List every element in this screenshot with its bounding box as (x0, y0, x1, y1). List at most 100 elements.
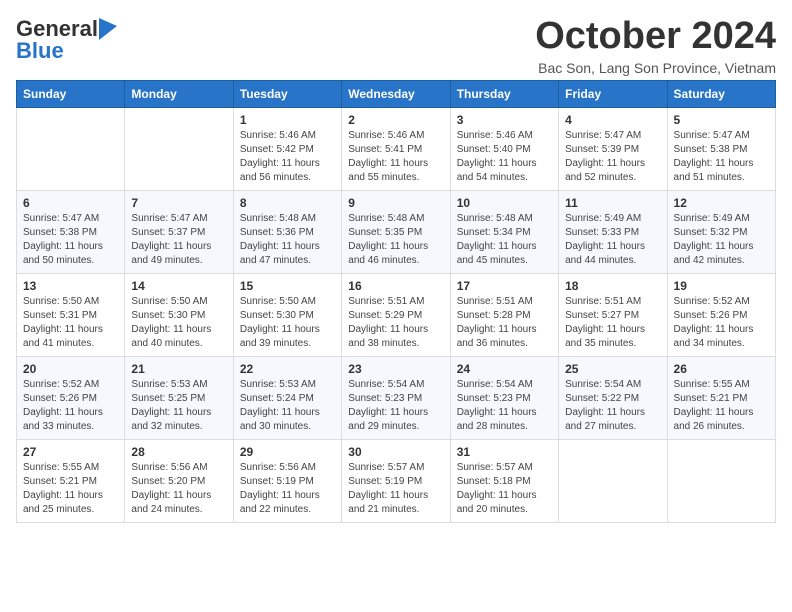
day-info: Sunrise: 5:50 AM Sunset: 5:31 PM Dayligh… (23, 296, 103, 349)
day-number: 5 (674, 113, 769, 127)
day-number: 12 (674, 196, 769, 210)
calendar-cell: 29 Sunrise: 5:56 AM Sunset: 5:19 PM Dayli… (233, 439, 341, 522)
calendar-cell: 28 Sunrise: 5:56 AM Sunset: 5:20 PM Dayli… (125, 439, 233, 522)
calendar-cell: 22 Sunrise: 5:53 AM Sunset: 5:24 PM Dayli… (233, 356, 341, 439)
day-info: Sunrise: 5:53 AM Sunset: 5:25 PM Dayligh… (131, 379, 211, 432)
day-number: 30 (348, 445, 443, 459)
day-info: Sunrise: 5:51 AM Sunset: 5:27 PM Dayligh… (565, 296, 645, 349)
day-number: 11 (565, 196, 660, 210)
calendar-cell: 4 Sunrise: 5:47 AM Sunset: 5:39 PM Daylig… (559, 107, 667, 190)
calendar-cell: 5 Sunrise: 5:47 AM Sunset: 5:38 PM Daylig… (667, 107, 775, 190)
calendar-week-row: 13 Sunrise: 5:50 AM Sunset: 5:31 PM Dayli… (17, 273, 776, 356)
calendar-cell: 15 Sunrise: 5:50 AM Sunset: 5:30 PM Dayli… (233, 273, 341, 356)
day-number: 24 (457, 362, 552, 376)
day-number: 17 (457, 279, 552, 293)
calendar-header: SundayMondayTuesdayWednesdayThursdayFrid… (17, 80, 776, 107)
calendar-cell: 25 Sunrise: 5:54 AM Sunset: 5:22 PM Dayli… (559, 356, 667, 439)
calendar-cell: 8Sunrise: 5:48 AM Sunset: 5:36 PM Daylig… (233, 190, 341, 273)
day-info: Sunrise: 5:55 AM Sunset: 5:21 PM Dayligh… (674, 379, 754, 432)
day-info: Sunrise: 5:48 AM Sunset: 5:35 PM Dayligh… (348, 213, 428, 266)
day-number: 1 (240, 113, 335, 127)
day-info: Sunrise: 5:56 AM Sunset: 5:19 PM Dayligh… (240, 462, 320, 515)
calendar-cell: 10Sunrise: 5:48 AM Sunset: 5:34 PM Dayli… (450, 190, 558, 273)
calendar-week-row: 27Sunrise: 5:55 AM Sunset: 5:21 PM Dayli… (17, 439, 776, 522)
day-number: 3 (457, 113, 552, 127)
calendar-cell: 3 Sunrise: 5:46 AM Sunset: 5:40 PM Daylig… (450, 107, 558, 190)
day-number: 20 (23, 362, 118, 376)
day-number: 22 (240, 362, 335, 376)
day-info: Sunrise: 5:47 AM Sunset: 5:38 PM Dayligh… (23, 213, 103, 266)
weekday-header-wednesday: Wednesday (342, 80, 450, 107)
day-info: Sunrise: 5:51 AM Sunset: 5:28 PM Dayligh… (457, 296, 537, 349)
calendar-cell: 30 Sunrise: 5:57 AM Sunset: 5:19 PM Dayli… (342, 439, 450, 522)
calendar-cell: 31Sunrise: 5:57 AM Sunset: 5:18 PM Dayli… (450, 439, 558, 522)
day-number: 6 (23, 196, 118, 210)
day-number: 4 (565, 113, 660, 127)
day-info: Sunrise: 5:56 AM Sunset: 5:20 PM Dayligh… (131, 462, 211, 515)
day-number: 19 (674, 279, 769, 293)
calendar-cell: 23 Sunrise: 5:54 AM Sunset: 5:23 PM Dayli… (342, 356, 450, 439)
day-info: Sunrise: 5:52 AM Sunset: 5:26 PM Dayligh… (23, 379, 103, 432)
location-title: Bac Son, Lang Son Province, Vietnam (535, 60, 776, 76)
day-number: 29 (240, 445, 335, 459)
day-number: 28 (131, 445, 226, 459)
calendar-cell: 17 Sunrise: 5:51 AM Sunset: 5:28 PM Dayli… (450, 273, 558, 356)
day-info: Sunrise: 5:48 AM Sunset: 5:34 PM Dayligh… (457, 213, 537, 266)
logo: General Blue (16, 16, 117, 64)
page-header: General Blue October 2024 Bac Son, Lang … (16, 16, 776, 76)
logo-blue-text: Blue (16, 38, 64, 64)
day-info: Sunrise: 5:46 AM Sunset: 5:41 PM Dayligh… (348, 130, 428, 183)
weekday-header-sunday: Sunday (17, 80, 125, 107)
calendar-week-row: 20 Sunrise: 5:52 AM Sunset: 5:26 PM Dayli… (17, 356, 776, 439)
calendar-cell: 2Sunrise: 5:46 AM Sunset: 5:41 PM Daylig… (342, 107, 450, 190)
day-info: Sunrise: 5:53 AM Sunset: 5:24 PM Dayligh… (240, 379, 320, 432)
day-number: 23 (348, 362, 443, 376)
day-info: Sunrise: 5:55 AM Sunset: 5:21 PM Dayligh… (23, 462, 103, 515)
day-info: Sunrise: 5:48 AM Sunset: 5:36 PM Dayligh… (240, 213, 320, 266)
calendar-cell: 9 Sunrise: 5:48 AM Sunset: 5:35 PM Daylig… (342, 190, 450, 273)
day-info: Sunrise: 5:51 AM Sunset: 5:29 PM Dayligh… (348, 296, 428, 349)
day-info: Sunrise: 5:47 AM Sunset: 5:38 PM Dayligh… (674, 130, 754, 183)
day-number: 15 (240, 279, 335, 293)
weekday-header-friday: Friday (559, 80, 667, 107)
day-number: 9 (348, 196, 443, 210)
calendar-cell (559, 439, 667, 522)
calendar-cell: 20 Sunrise: 5:52 AM Sunset: 5:26 PM Dayli… (17, 356, 125, 439)
weekday-header-monday: Monday (125, 80, 233, 107)
calendar-cell: 26 Sunrise: 5:55 AM Sunset: 5:21 PM Dayli… (667, 356, 775, 439)
calendar-cell (17, 107, 125, 190)
calendar-cell: 24Sunrise: 5:54 AM Sunset: 5:23 PM Dayli… (450, 356, 558, 439)
calendar-cell: 11 Sunrise: 5:49 AM Sunset: 5:33 PM Dayli… (559, 190, 667, 273)
calendar-week-row: 6 Sunrise: 5:47 AM Sunset: 5:38 PM Daylig… (17, 190, 776, 273)
day-info: Sunrise: 5:47 AM Sunset: 5:39 PM Dayligh… (565, 130, 645, 183)
calendar-cell: 18Sunrise: 5:51 AM Sunset: 5:27 PM Dayli… (559, 273, 667, 356)
day-number: 26 (674, 362, 769, 376)
weekday-header-saturday: Saturday (667, 80, 775, 107)
day-info: Sunrise: 5:49 AM Sunset: 5:33 PM Dayligh… (565, 213, 645, 266)
day-info: Sunrise: 5:50 AM Sunset: 5:30 PM Dayligh… (131, 296, 211, 349)
calendar-body: 1 Sunrise: 5:46 AM Sunset: 5:42 PM Daylig… (17, 107, 776, 522)
day-info: Sunrise: 5:46 AM Sunset: 5:42 PM Dayligh… (240, 130, 320, 183)
weekday-header-tuesday: Tuesday (233, 80, 341, 107)
calendar-cell: 21Sunrise: 5:53 AM Sunset: 5:25 PM Dayli… (125, 356, 233, 439)
day-info: Sunrise: 5:49 AM Sunset: 5:32 PM Dayligh… (674, 213, 754, 266)
day-number: 25 (565, 362, 660, 376)
day-number: 16 (348, 279, 443, 293)
month-title: October 2024 (535, 16, 776, 58)
day-info: Sunrise: 5:54 AM Sunset: 5:23 PM Dayligh… (348, 379, 428, 432)
calendar-cell: 16 Sunrise: 5:51 AM Sunset: 5:29 PM Dayli… (342, 273, 450, 356)
calendar-cell: 27Sunrise: 5:55 AM Sunset: 5:21 PM Dayli… (17, 439, 125, 522)
day-info: Sunrise: 5:50 AM Sunset: 5:30 PM Dayligh… (240, 296, 320, 349)
calendar-cell: 14 Sunrise: 5:50 AM Sunset: 5:30 PM Dayli… (125, 273, 233, 356)
calendar-cell: 6 Sunrise: 5:47 AM Sunset: 5:38 PM Daylig… (17, 190, 125, 273)
day-info: Sunrise: 5:47 AM Sunset: 5:37 PM Dayligh… (131, 213, 211, 266)
day-number: 14 (131, 279, 226, 293)
day-number: 13 (23, 279, 118, 293)
day-info: Sunrise: 5:54 AM Sunset: 5:22 PM Dayligh… (565, 379, 645, 432)
calendar-cell (125, 107, 233, 190)
day-info: Sunrise: 5:52 AM Sunset: 5:26 PM Dayligh… (674, 296, 754, 349)
day-info: Sunrise: 5:46 AM Sunset: 5:40 PM Dayligh… (457, 130, 537, 183)
day-number: 7 (131, 196, 226, 210)
title-block: October 2024 Bac Son, Lang Son Province,… (535, 16, 776, 76)
day-info: Sunrise: 5:57 AM Sunset: 5:19 PM Dayligh… (348, 462, 428, 515)
